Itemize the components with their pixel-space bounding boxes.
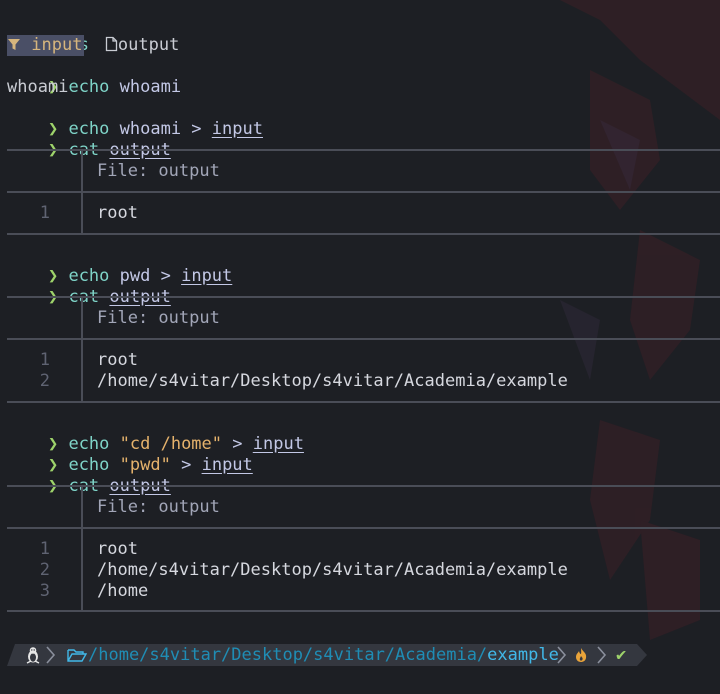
checkmark-icon: ✔ [616,645,627,665]
command-line-redirect: ❯ echo pwd > input [7,245,232,286]
ls-entry-label: input [31,35,83,55]
file-line: /home/s4vitar/Desktop/s4vitar/Academia/e… [97,560,568,580]
command-line-ls: ❯ ls [7,14,89,55]
ls-entry-input[interactable]: input [7,35,85,56]
bat-file-header: File: output [97,497,220,517]
command-line-echo: ❯ echo whoami [7,56,181,97]
path-current-folder: example [487,645,559,665]
file-line: /home [97,581,149,601]
redirect-operator: > [181,455,192,475]
prompt-statusbar: /home/s4vitar/Desktop/s4vitar/Academia/e… [7,644,647,666]
bat-border-top [7,149,720,151]
command-name: echo [68,77,110,97]
line-number: 1 [39,203,50,223]
file-path-link[interactable]: input [202,455,253,475]
file-path-link[interactable]: input [212,119,263,139]
line-number: 2 [39,560,50,580]
folder-open-icon [67,649,87,662]
command-line-redirect: ❯ echo "pwd" > input [7,434,253,475]
ls-entry-output[interactable]: output [105,35,179,55]
file-icon [105,36,118,52]
line-number: 1 [39,539,50,559]
line-number: 1 [39,350,50,370]
line-number: 3 [39,581,50,601]
command-output: whoami [7,77,69,97]
bat-border-mid [7,191,720,193]
ls-output: input output [7,35,179,56]
file-line: root [97,539,138,559]
bat-border-top [7,296,720,298]
bat-file-header: File: output [97,161,220,181]
command-line-redirect: ❯ echo "cd /home" > input [7,413,304,454]
bat-gutter-divider [81,486,83,611]
command-line-cat: ❯ cat output [7,455,171,496]
file-line: /home/s4vitar/Desktop/s4vitar/Academia/e… [97,371,568,391]
command-line-cat: ❯ cat output [7,119,171,160]
path-prefix: /home/s4vitar/Desktop/s4vitar/Academia/ [88,645,488,665]
command-line-cat: ❯ cat output [7,266,171,307]
line-number: 2 [39,371,50,391]
bat-border-mid [7,338,720,340]
linux-penguin-icon [26,647,40,664]
bat-border-bottom [7,401,720,403]
file-line: root [97,350,138,370]
command-argument: whoami [119,77,182,97]
filter-icon [8,39,20,50]
bat-border-top [7,485,720,487]
bat-border-bottom [7,610,720,612]
bat-file-header: File: output [97,308,220,328]
flame-icon [576,648,587,662]
bat-border-bottom [7,233,720,235]
current-directory-path[interactable]: /home/s4vitar/Desktop/s4vitar/Academia/e… [88,644,559,666]
file-path-link[interactable]: input [181,266,232,286]
bat-gutter-divider [81,297,83,402]
file-path-link[interactable]: input [253,434,304,454]
command-line-redirect: ❯ echo whoami > input [7,98,263,139]
ls-entry-label: output [117,35,180,55]
bat-border-mid [7,527,720,529]
file-line: root [97,203,138,223]
